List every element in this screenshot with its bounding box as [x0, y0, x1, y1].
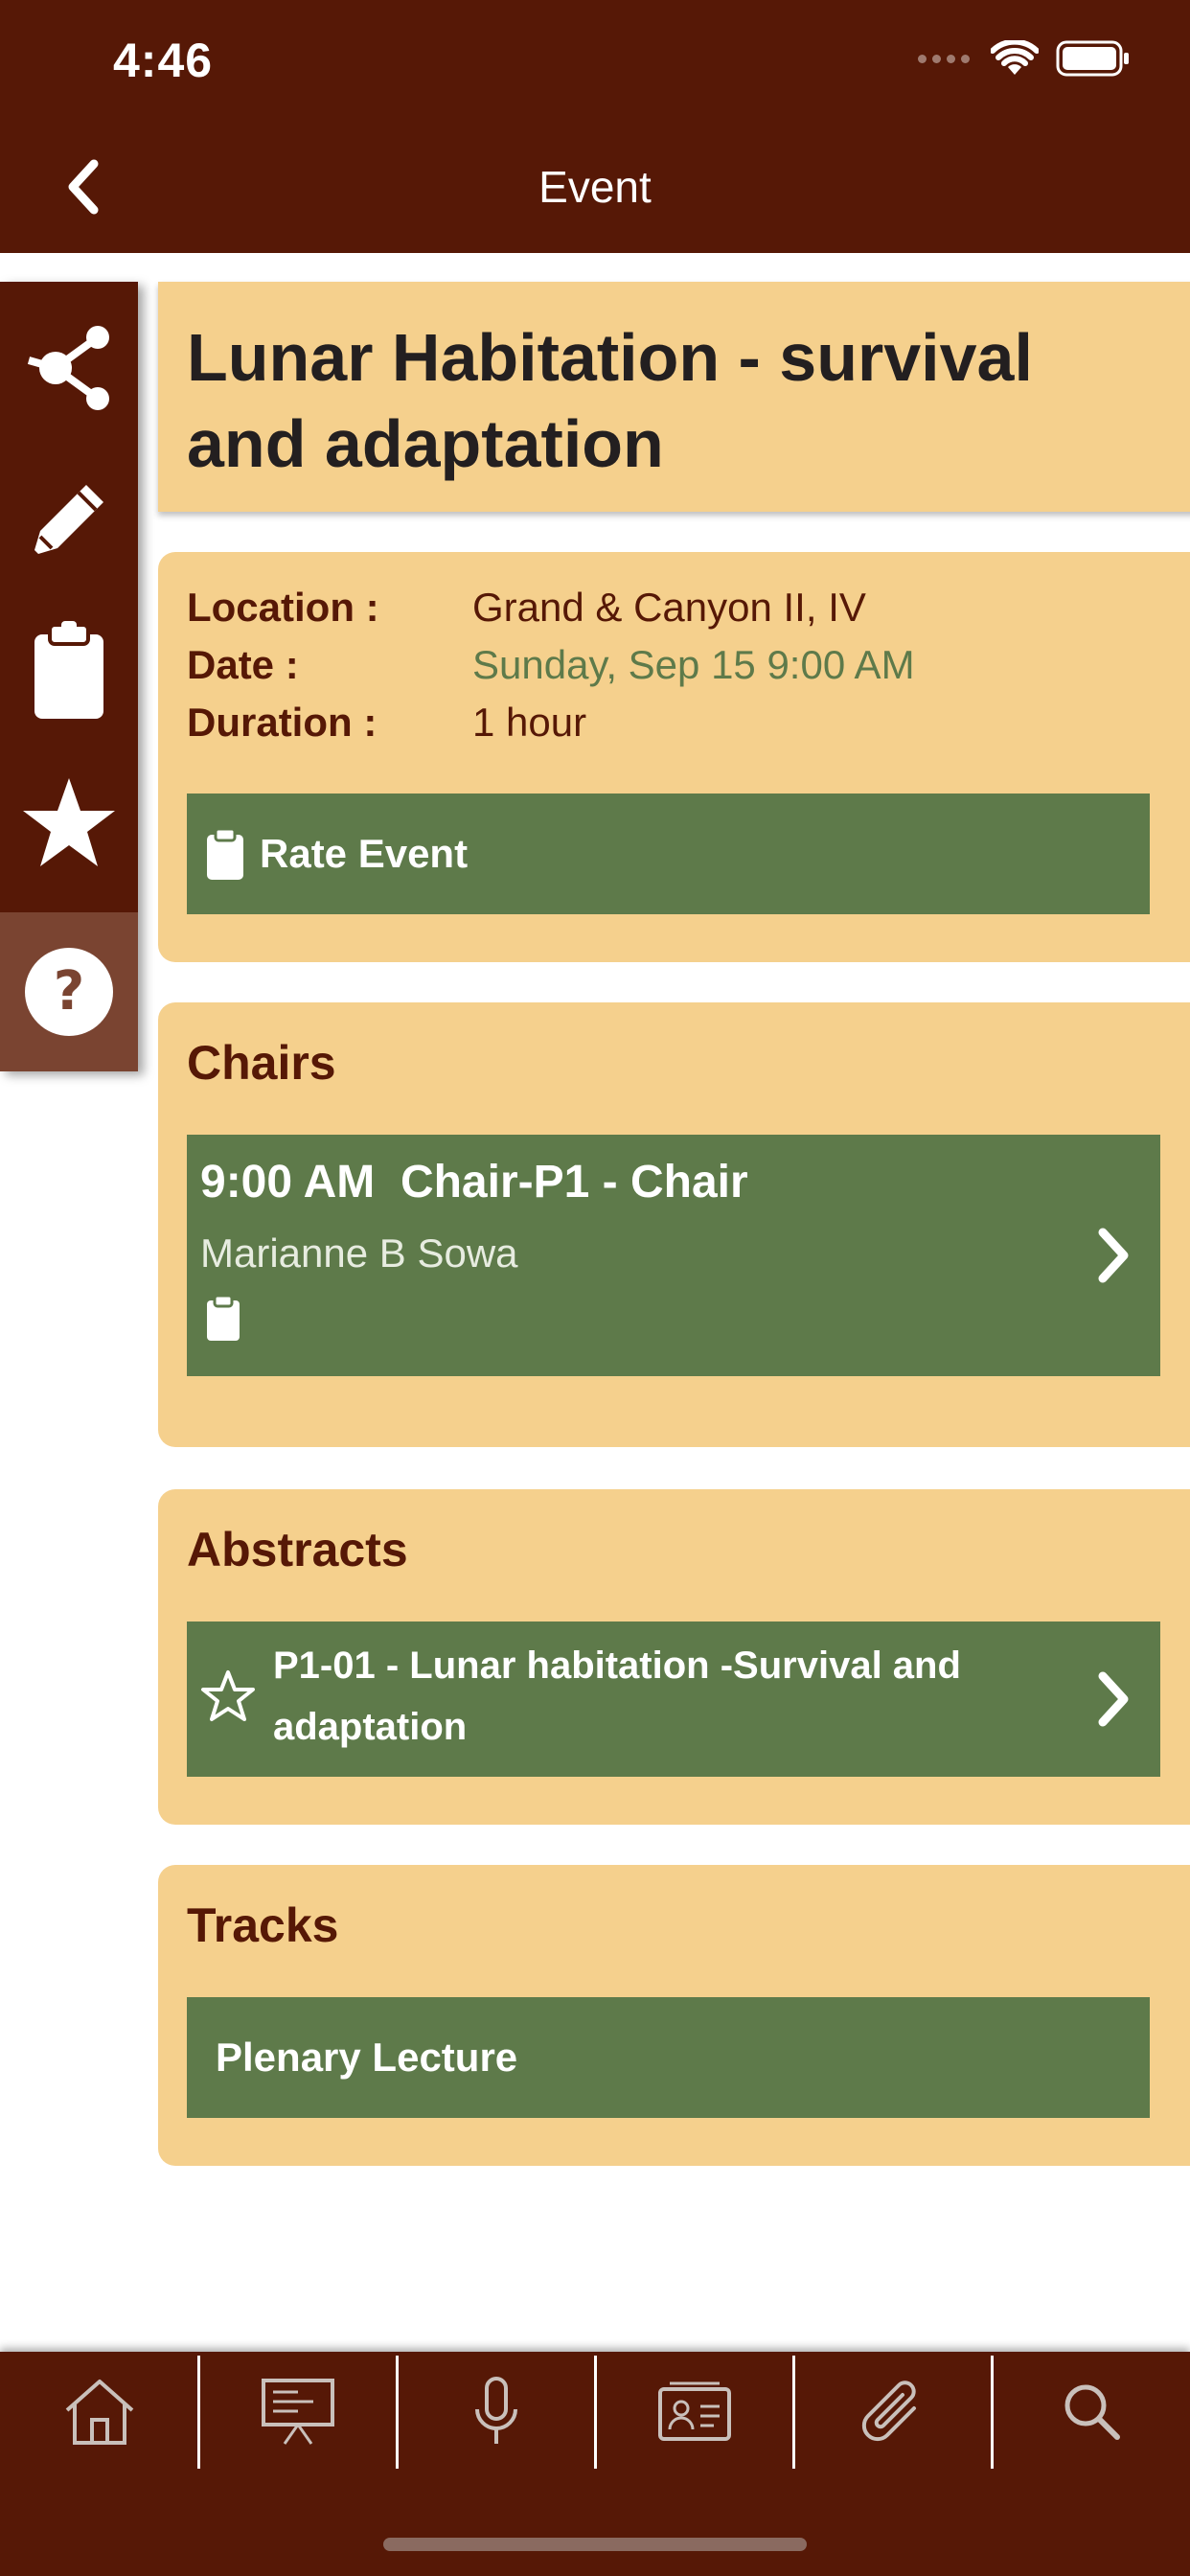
abstracts-title: Abstracts — [187, 1523, 408, 1576]
wifi-icon — [991, 40, 1039, 75]
microphone-icon — [474, 2377, 517, 2444]
abstracts-section: Abstracts P1-01 - Lunar habitation -Surv… — [158, 1489, 1190, 1825]
duration-label: Duration : — [187, 700, 378, 745]
event-info-card: Location : Grand & Canyon II, IV Date : … — [158, 552, 1190, 962]
track-item[interactable]: Plenary Lecture — [187, 1997, 1150, 2118]
side-toolbar: ? — [0, 282, 138, 1071]
search-icon — [1064, 2384, 1120, 2440]
tracks-section: Tracks Plenary Lecture — [158, 1865, 1190, 2166]
rate-event-label: Rate Event — [260, 831, 469, 876]
tab-speakers[interactable] — [397, 2352, 595, 2471]
favorite-button[interactable] — [0, 755, 138, 889]
location-label: Location : — [187, 585, 379, 630]
battery-icon — [1056, 40, 1129, 77]
chair-heading: 9:00 AM Chair-P1 - Chair — [200, 1157, 748, 1208]
duration-value: 1 hour — [472, 700, 587, 745]
date-value[interactable]: Sunday, Sep 15 9:00 AM — [472, 636, 915, 694]
status-time: 4:46 — [113, 34, 214, 87]
event-title: Lunar Habitation - survival and adaptati… — [187, 320, 1033, 481]
page-title: Event — [538, 162, 652, 212]
share-icon — [27, 326, 109, 410]
clipboard-icon — [207, 1294, 240, 1341]
home-icon — [65, 2380, 133, 2445]
home-indicator[interactable] — [383, 2538, 807, 2551]
status-icons — [918, 40, 1131, 77]
app-header: 4:46 Event — [0, 0, 1190, 253]
clipboard-icon — [207, 827, 243, 880]
contact-card-icon — [657, 2381, 731, 2441]
paperclip-icon — [861, 2380, 916, 2442]
track-label: Plenary Lecture — [216, 2035, 518, 2080]
tracks-title: Tracks — [187, 1898, 339, 1952]
date-label: Date : — [187, 642, 299, 687]
abstract-item[interactable]: P1-01 - Lunar habitation -Survival and a… — [187, 1622, 1160, 1777]
duration-row: Duration : 1 hour — [187, 694, 586, 751]
rate-event-button[interactable]: Rate Event — [187, 794, 1150, 914]
chairs-section: Chairs 9:00 AM Chair-P1 - Chair Marianne… — [158, 1002, 1190, 1447]
tab-search[interactable] — [992, 2352, 1190, 2471]
signal-icon — [918, 54, 970, 63]
date-row: Date : Sunday, Sep 15 9:00 AM — [187, 636, 915, 694]
clipboard-icon — [34, 621, 103, 719]
edit-button[interactable] — [0, 452, 138, 586]
tab-attachments[interactable] — [793, 2352, 992, 2471]
location-row: Location : Grand & Canyon II, IV — [187, 579, 866, 636]
location-value: Grand & Canyon II, IV — [472, 585, 866, 630]
abstract-title: P1-01 - Lunar habitation -Survival and a… — [273, 1644, 961, 1748]
help-icon: ? — [25, 948, 113, 1036]
star-icon — [23, 778, 115, 866]
event-title-card: Lunar Habitation - survival and adaptati… — [158, 282, 1190, 512]
presentation-icon — [261, 2379, 334, 2445]
chair-item[interactable]: 9:00 AM Chair-P1 - Chair Marianne B Sowa — [187, 1135, 1160, 1376]
star-outline-icon[interactable] — [200, 1669, 256, 1723]
help-button[interactable]: ? — [0, 912, 138, 1071]
tab-home[interactable] — [0, 2352, 198, 2471]
chair-name: Marianne B Sowa — [200, 1230, 518, 1276]
chevron-right-icon — [1098, 1228, 1129, 1283]
svg-text:?: ? — [54, 960, 84, 1023]
tab-attendees[interactable] — [595, 2352, 793, 2471]
notes-button[interactable] — [0, 604, 138, 738]
share-button[interactable] — [0, 301, 138, 435]
pencil-icon — [34, 485, 103, 554]
chairs-title: Chairs — [187, 1036, 336, 1090]
chevron-right-icon — [1098, 1671, 1129, 1727]
tab-presentations[interactable] — [198, 2352, 397, 2471]
